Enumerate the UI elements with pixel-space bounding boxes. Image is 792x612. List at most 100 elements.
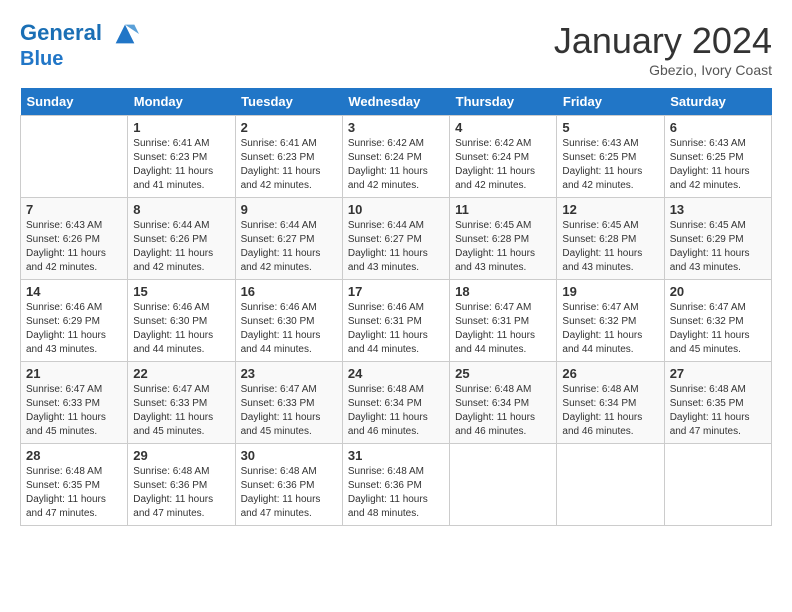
calendar-cell: 14 Sunrise: 6:46 AMSunset: 6:29 PMDayligh… xyxy=(21,280,128,362)
calendar-cell xyxy=(450,444,557,526)
calendar-cell: 26 Sunrise: 6:48 AMSunset: 6:34 PMDayligh… xyxy=(557,362,664,444)
cell-info: Sunrise: 6:42 AMSunset: 6:24 PMDaylight:… xyxy=(348,137,444,193)
day-number: 7 xyxy=(26,202,122,217)
cell-info: Sunrise: 6:42 AMSunset: 6:24 PMDaylight:… xyxy=(455,137,551,193)
day-header-friday: Friday xyxy=(557,88,664,116)
calendar-cell: 19 Sunrise: 6:47 AMSunset: 6:32 PMDayligh… xyxy=(557,280,664,362)
day-header-monday: Monday xyxy=(128,88,235,116)
calendar-cell: 27 Sunrise: 6:48 AMSunset: 6:35 PMDayligh… xyxy=(664,362,771,444)
week-row-4: 21 Sunrise: 6:47 AMSunset: 6:33 PMDayligh… xyxy=(21,362,772,444)
calendar-cell xyxy=(664,444,771,526)
cell-info: Sunrise: 6:46 AMSunset: 6:30 PMDaylight:… xyxy=(241,301,337,357)
calendar-table: SundayMondayTuesdayWednesdayThursdayFrid… xyxy=(20,88,772,526)
day-header-thursday: Thursday xyxy=(450,88,557,116)
days-header-row: SundayMondayTuesdayWednesdayThursdayFrid… xyxy=(21,88,772,116)
calendar-cell: 12 Sunrise: 6:45 AMSunset: 6:28 PMDayligh… xyxy=(557,198,664,280)
day-header-saturday: Saturday xyxy=(664,88,771,116)
cell-info: Sunrise: 6:48 AMSunset: 6:35 PMDaylight:… xyxy=(26,465,122,521)
day-number: 16 xyxy=(241,284,337,299)
calendar-cell: 9 Sunrise: 6:44 AMSunset: 6:27 PMDaylight… xyxy=(235,198,342,280)
day-number: 30 xyxy=(241,448,337,463)
cell-info: Sunrise: 6:43 AMSunset: 6:25 PMDaylight:… xyxy=(670,137,766,193)
day-number: 28 xyxy=(26,448,122,463)
day-number: 21 xyxy=(26,366,122,381)
day-header-wednesday: Wednesday xyxy=(342,88,449,116)
cell-info: Sunrise: 6:47 AMSunset: 6:33 PMDaylight:… xyxy=(241,383,337,439)
calendar-cell: 22 Sunrise: 6:47 AMSunset: 6:33 PMDayligh… xyxy=(128,362,235,444)
calendar-cell: 21 Sunrise: 6:47 AMSunset: 6:33 PMDayligh… xyxy=(21,362,128,444)
day-number: 17 xyxy=(348,284,444,299)
logo-text: General xyxy=(20,20,139,48)
cell-info: Sunrise: 6:46 AMSunset: 6:29 PMDaylight:… xyxy=(26,301,122,357)
day-number: 2 xyxy=(241,120,337,135)
page-header: General Blue January 2024 Gbezio, Ivory … xyxy=(20,20,772,78)
day-number: 24 xyxy=(348,366,444,381)
calendar-cell: 28 Sunrise: 6:48 AMSunset: 6:35 PMDayligh… xyxy=(21,444,128,526)
calendar-cell: 23 Sunrise: 6:47 AMSunset: 6:33 PMDayligh… xyxy=(235,362,342,444)
calendar-cell: 2Sunrise: 6:41 AMSunset: 6:23 PMDaylight… xyxy=(235,116,342,198)
logo-blue: Blue xyxy=(20,48,139,70)
cell-info: Sunrise: 6:47 AMSunset: 6:33 PMDaylight:… xyxy=(133,383,229,439)
cell-info: Sunrise: 6:48 AMSunset: 6:34 PMDaylight:… xyxy=(348,383,444,439)
cell-info: Sunrise: 6:45 AMSunset: 6:28 PMDaylight:… xyxy=(562,219,658,275)
day-number: 23 xyxy=(241,366,337,381)
day-number: 9 xyxy=(241,202,337,217)
week-row-3: 14 Sunrise: 6:46 AMSunset: 6:29 PMDayligh… xyxy=(21,280,772,362)
calendar-cell: 1 Sunrise: 6:41 AMSunset: 6:23 PMDaylight… xyxy=(128,116,235,198)
calendar-cell: 25Sunrise: 6:48 AMSunset: 6:34 PMDayligh… xyxy=(450,362,557,444)
logo: General Blue xyxy=(20,20,139,70)
calendar-cell: 7Sunrise: 6:43 AMSunset: 6:26 PMDaylight… xyxy=(21,198,128,280)
day-number: 27 xyxy=(670,366,766,381)
calendar-cell: 11Sunrise: 6:45 AMSunset: 6:28 PMDayligh… xyxy=(450,198,557,280)
cell-info: Sunrise: 6:46 AMSunset: 6:30 PMDaylight:… xyxy=(133,301,229,357)
day-header-sunday: Sunday xyxy=(21,88,128,116)
location: Gbezio, Ivory Coast xyxy=(554,62,772,78)
calendar-cell: 30 Sunrise: 6:48 AMSunset: 6:36 PMDayligh… xyxy=(235,444,342,526)
day-number: 19 xyxy=(562,284,658,299)
calendar-cell: 29 Sunrise: 6:48 AMSunset: 6:36 PMDayligh… xyxy=(128,444,235,526)
day-number: 4 xyxy=(455,120,551,135)
cell-info: Sunrise: 6:48 AMSunset: 6:34 PMDaylight:… xyxy=(455,383,551,439)
day-number: 22 xyxy=(133,366,229,381)
calendar-cell: 20Sunrise: 6:47 AMSunset: 6:32 PMDayligh… xyxy=(664,280,771,362)
day-number: 8 xyxy=(133,202,229,217)
cell-info: Sunrise: 6:48 AMSunset: 6:36 PMDaylight:… xyxy=(241,465,337,521)
calendar-cell: 16 Sunrise: 6:46 AMSunset: 6:30 PMDayligh… xyxy=(235,280,342,362)
calendar-cell: 5 Sunrise: 6:43 AMSunset: 6:25 PMDaylight… xyxy=(557,116,664,198)
cell-info: Sunrise: 6:48 AMSunset: 6:35 PMDaylight:… xyxy=(670,383,766,439)
calendar-cell xyxy=(21,116,128,198)
day-number: 1 xyxy=(133,120,229,135)
calendar-cell: 6Sunrise: 6:43 AMSunset: 6:25 PMDaylight… xyxy=(664,116,771,198)
day-number: 14 xyxy=(26,284,122,299)
day-number: 26 xyxy=(562,366,658,381)
cell-info: Sunrise: 6:43 AMSunset: 6:25 PMDaylight:… xyxy=(562,137,658,193)
cell-info: Sunrise: 6:45 AMSunset: 6:28 PMDaylight:… xyxy=(455,219,551,275)
cell-info: Sunrise: 6:41 AMSunset: 6:23 PMDaylight:… xyxy=(133,137,229,193)
cell-info: Sunrise: 6:47 AMSunset: 6:31 PMDaylight:… xyxy=(455,301,551,357)
cell-info: Sunrise: 6:47 AMSunset: 6:33 PMDaylight:… xyxy=(26,383,122,439)
day-number: 5 xyxy=(562,120,658,135)
cell-info: Sunrise: 6:45 AMSunset: 6:29 PMDaylight:… xyxy=(670,219,766,275)
title-block: January 2024 Gbezio, Ivory Coast xyxy=(554,20,772,78)
cell-info: Sunrise: 6:48 AMSunset: 6:36 PMDaylight:… xyxy=(348,465,444,521)
calendar-cell: 24 Sunrise: 6:48 AMSunset: 6:34 PMDayligh… xyxy=(342,362,449,444)
calendar-cell: 10Sunrise: 6:44 AMSunset: 6:27 PMDayligh… xyxy=(342,198,449,280)
calendar-cell: 31 Sunrise: 6:48 AMSunset: 6:36 PMDayligh… xyxy=(342,444,449,526)
day-number: 29 xyxy=(133,448,229,463)
cell-info: Sunrise: 6:44 AMSunset: 6:27 PMDaylight:… xyxy=(241,219,337,275)
day-number: 15 xyxy=(133,284,229,299)
day-number: 10 xyxy=(348,202,444,217)
cell-info: Sunrise: 6:48 AMSunset: 6:36 PMDaylight:… xyxy=(133,465,229,521)
cell-info: Sunrise: 6:47 AMSunset: 6:32 PMDaylight:… xyxy=(562,301,658,357)
day-number: 3 xyxy=(348,120,444,135)
calendar-cell: 4 Sunrise: 6:42 AMSunset: 6:24 PMDaylight… xyxy=(450,116,557,198)
day-number: 18 xyxy=(455,284,551,299)
cell-info: Sunrise: 6:48 AMSunset: 6:34 PMDaylight:… xyxy=(562,383,658,439)
calendar-cell: 13Sunrise: 6:45 AMSunset: 6:29 PMDayligh… xyxy=(664,198,771,280)
week-row-2: 7Sunrise: 6:43 AMSunset: 6:26 PMDaylight… xyxy=(21,198,772,280)
calendar-cell: 15 Sunrise: 6:46 AMSunset: 6:30 PMDayligh… xyxy=(128,280,235,362)
day-number: 31 xyxy=(348,448,444,463)
month-title: January 2024 xyxy=(554,20,772,62)
day-number: 12 xyxy=(562,202,658,217)
calendar-cell: 8Sunrise: 6:44 AMSunset: 6:26 PMDaylight… xyxy=(128,198,235,280)
